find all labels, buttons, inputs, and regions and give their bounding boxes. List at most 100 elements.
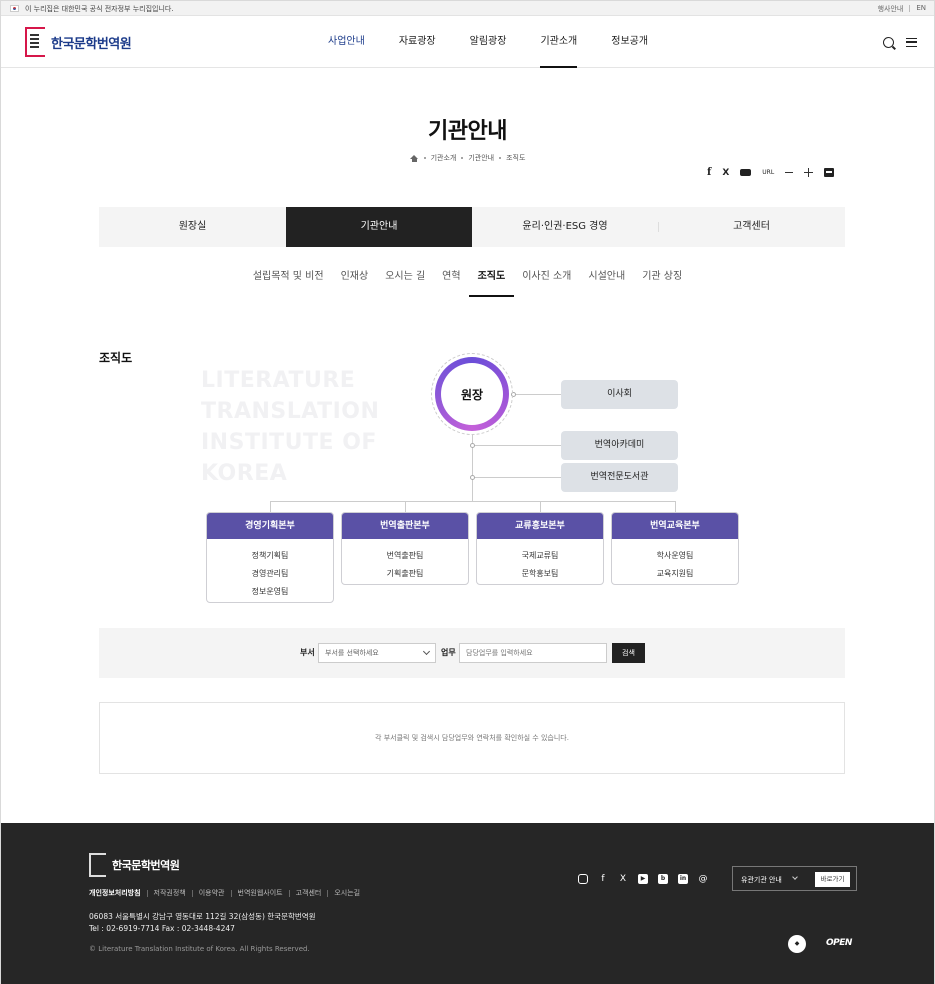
section-tabs: 원장실 기관안내 윤리·인권·ESG 경영 고객센터 — [99, 207, 845, 247]
footer-link-directions[interactable]: 오시는길 — [327, 890, 366, 897]
breadcrumb-separator — [423, 157, 426, 159]
x-share-icon[interactable]: X — [722, 168, 729, 178]
org-director-label: 원장 — [441, 363, 503, 425]
org-dept-exchange[interactable]: 교류홍보본부 국제교류팀 문학홍보팀 — [476, 512, 604, 585]
footer-link-copyright[interactable]: 저작권정책 — [146, 890, 192, 897]
english-link[interactable]: EN — [916, 4, 926, 14]
org-library-node[interactable]: 번역전문도서관 — [561, 463, 678, 492]
main-nav: 사업안내 자료광장 알림광장 기관소개 정보공개 — [311, 16, 665, 68]
team-item[interactable]: 정책기획팀 — [207, 547, 333, 565]
nav-business[interactable]: 사업안내 — [311, 16, 382, 68]
breadcrumb-separator — [499, 157, 502, 159]
breadcrumb: 기관소개 기관안내 조직도 — [1, 153, 934, 163]
result-message: 각 부서클릭 및 검색시 담당업무와 연락처를 확인하실 수 있습니다. — [375, 734, 569, 742]
sub-tabs: 설립목적 및 비전 인재상 오시는 길 연혁 조직도 이사진 소개 시설안내 기… — [1, 263, 934, 297]
dept-title: 번역출판본부 — [342, 513, 468, 539]
team-item[interactable]: 국제교류팀 — [477, 547, 603, 565]
dept-label: 부서 — [300, 648, 315, 657]
org-search-bar: 부서 부서를 선택하세요 업무 검색 — [99, 628, 845, 678]
subtab-facilities[interactable]: 시설안내 — [580, 263, 634, 297]
subtab-history[interactable]: 연혁 — [434, 263, 469, 297]
tab-director[interactable]: 원장실 — [99, 207, 286, 247]
dept-title: 번역교육본부 — [612, 513, 738, 539]
kakaotalk-share-icon[interactable] — [740, 169, 752, 176]
footer-logo-text: 한국문학번역원 — [112, 859, 180, 872]
tab-institution[interactable]: 기관안내 — [286, 207, 472, 247]
org-board-node[interactable]: 이사회 — [561, 380, 678, 409]
page-title: 기관안내 — [428, 119, 507, 144]
nav-about[interactable]: 기관소개 — [523, 16, 594, 68]
org-dept-publishing[interactable]: 번역출판본부 번역출판팀 기획출판팀 — [341, 512, 469, 585]
family-site-go-button[interactable]: 바로가기 — [815, 872, 850, 887]
subtab-talent[interactable]: 인재상 — [332, 263, 377, 297]
event-link[interactable]: 행사안내 — [878, 4, 904, 14]
dept-select[interactable]: 부서를 선택하세요 — [318, 643, 436, 663]
task-input[interactable] — [459, 643, 607, 663]
org-academy-node[interactable]: 번역아카데미 — [561, 431, 678, 460]
org-dept-education[interactable]: 번역교육본부 학사운영팀 교육지원팀 — [611, 512, 739, 585]
home-icon[interactable] — [409, 154, 419, 162]
search-button[interactable]: 검색 — [612, 643, 645, 663]
instagram-icon[interactable] — [578, 874, 588, 884]
url-copy-button[interactable]: URL — [762, 169, 774, 176]
footer-link-terms[interactable]: 이용약관 — [191, 890, 231, 897]
subtab-symbol[interactable]: 기관 상징 — [634, 263, 691, 297]
team-item[interactable]: 정보운영팀 — [207, 583, 333, 601]
dept-title: 경영기획본부 — [207, 513, 333, 539]
footer-address: 06083 서울특별시 강남구 영동대로 112길 32(삼성동) 한국문학번역… — [89, 911, 316, 935]
team-item[interactable]: 번역출판팀 — [342, 547, 468, 565]
team-item[interactable]: 학사운영팀 — [612, 547, 738, 565]
blog-icon[interactable]: b — [658, 874, 668, 884]
zoom-out-icon[interactable] — [785, 172, 794, 173]
hamburger-menu-icon[interactable] — [906, 38, 917, 47]
org-dept-management[interactable]: 경영기획본부 정책기획팀 경영관리팀 정보운영팀 — [206, 512, 334, 603]
search-icon[interactable] — [883, 37, 894, 48]
dept-title: 교류홍보본부 — [477, 513, 603, 539]
youtube-icon[interactable]: ▶ — [638, 874, 648, 884]
gov-banner: 이 누리집은 대한민국 공식 전자정부 누리집입니다. 행사안내 EN — [1, 1, 934, 16]
share-tools: f X URL — [707, 167, 835, 178]
watermark-text: LITERATURE TRANSLATION INSTITUTE OF KORE… — [201, 368, 380, 486]
logo-text: 한국문학번역원 — [51, 36, 132, 52]
footer-link-support[interactable]: 고객센터 — [288, 890, 328, 897]
nav-disclosure[interactable]: 정보공개 — [594, 16, 665, 68]
facebook-icon[interactable]: f — [598, 874, 608, 884]
tab-ethics[interactable]: 윤리·인권·ESG 경영 — [472, 207, 658, 247]
subtab-board[interactable]: 이사진 소개 — [514, 263, 580, 297]
nav-news[interactable]: 알림광장 — [453, 16, 524, 68]
social-links: f X ▶ b in @ — [578, 874, 708, 884]
linkedin-icon[interactable]: in — [678, 874, 688, 884]
logo-mark-icon — [25, 27, 45, 57]
x-icon[interactable]: X — [618, 874, 628, 884]
facebook-share-icon[interactable]: f — [707, 167, 711, 178]
divider — [909, 5, 911, 12]
team-item[interactable]: 문학홍보팀 — [477, 565, 603, 583]
subtab-directions[interactable]: 오시는 길 — [377, 263, 434, 297]
print-icon[interactable] — [824, 168, 835, 177]
subtab-vision[interactable]: 설립목적 및 비전 — [244, 263, 332, 297]
gov-banner-message: 이 누리집은 대한민국 공식 전자정부 누리집입니다. — [25, 5, 174, 13]
zoom-in-icon[interactable] — [804, 168, 814, 177]
team-item[interactable]: 경영관리팀 — [207, 565, 333, 583]
certification-badge-icon: ◆ — [788, 935, 806, 953]
threads-icon[interactable]: @ — [698, 874, 708, 884]
family-site-label: 유관기관 안내 — [741, 876, 782, 884]
footer-link-privacy[interactable]: 개인정보처리방침 — [89, 890, 147, 897]
breadcrumb-item[interactable]: 기관소개 — [431, 153, 457, 163]
address-line: 06083 서울특별시 강남구 영동대로 112길 32(삼성동) 한국문학번역… — [89, 912, 316, 921]
breadcrumb-separator — [461, 157, 464, 159]
org-director-node[interactable]: 원장 — [435, 357, 509, 431]
footer-logo[interactable]: 한국문학번역원 — [89, 853, 180, 877]
breadcrumb-item[interactable]: 기관안내 — [468, 153, 494, 163]
team-item[interactable]: 교육지원팀 — [612, 565, 738, 583]
footer-link-sites[interactable]: 번역원웹사이트 — [230, 890, 289, 897]
chevron-down-icon — [792, 874, 798, 880]
subtab-organization[interactable]: 조직도 — [469, 263, 514, 297]
tab-customer[interactable]: 고객센터 — [658, 207, 845, 247]
nav-resources[interactable]: 자료광장 — [382, 16, 453, 68]
search-result-box: 각 부서클릭 및 검색시 담당업무와 연락처를 확인하실 수 있습니다. — [99, 702, 845, 774]
team-item[interactable]: 기획출판팀 — [342, 565, 468, 583]
site-logo[interactable]: 한국문학번역원 — [25, 27, 132, 57]
gov-banner-links: 행사안내 EN — [878, 4, 926, 14]
family-site-select[interactable]: 유관기관 안내 바로가기 — [732, 866, 857, 891]
